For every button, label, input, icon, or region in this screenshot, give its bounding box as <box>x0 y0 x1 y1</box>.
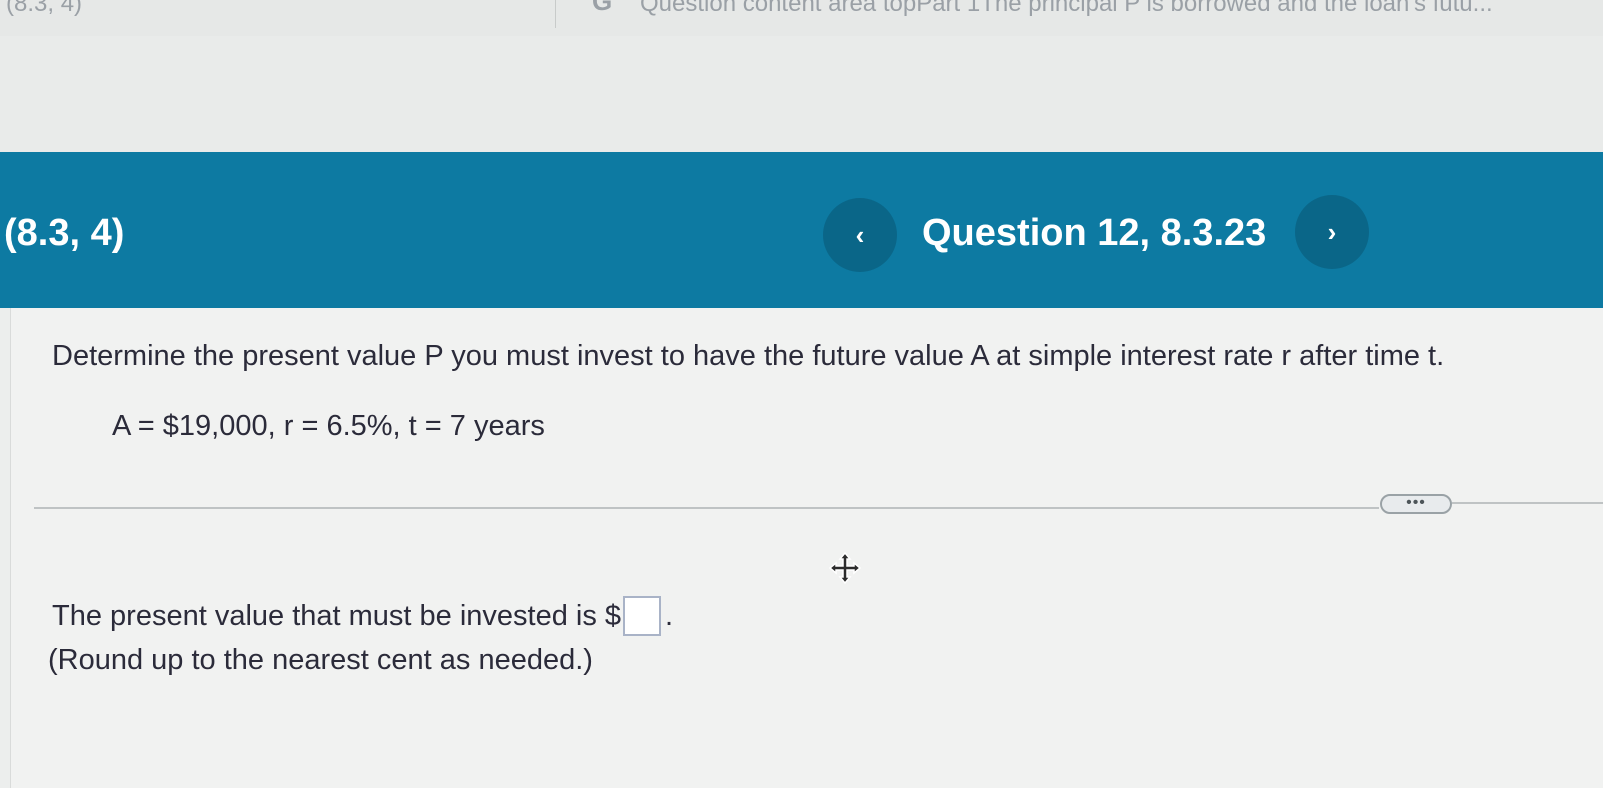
previous-tab-title[interactable]: (8.3, 4) <box>6 0 82 18</box>
active-tab-title[interactable]: Question content area topPart 1The princ… <box>640 0 1600 18</box>
tab-divider <box>555 0 556 28</box>
page-top-band <box>0 36 1603 154</box>
more-options-button[interactable]: ••• <box>1380 494 1452 514</box>
content-divider <box>34 507 1379 509</box>
previous-question-button[interactable]: ‹ <box>823 198 897 272</box>
rounding-hint: (Round up to the nearest cent as needed.… <box>48 644 593 676</box>
present-value-input[interactable] <box>623 596 662 636</box>
google-icon: G <box>592 0 613 16</box>
next-question-button[interactable]: › <box>1295 195 1369 269</box>
given-values: A = $19,000, r = 6.5%, t = 7 years <box>112 410 545 442</box>
move-icon[interactable] <box>828 551 862 585</box>
answer-line: The present value that must be invested … <box>52 596 673 636</box>
section-label: (8.3, 4) <box>4 212 125 254</box>
chevron-left-icon: ‹ <box>855 219 865 250</box>
question-title: Question 12, 8.3.23 <box>922 212 1267 254</box>
chevron-right-icon: › <box>1327 216 1337 247</box>
question-content-panel <box>10 308 1603 788</box>
answer-suffix: . <box>665 599 674 632</box>
browser-tab-bar: (8.3, 4) G Question content area topPart… <box>0 0 1603 37</box>
content-divider-right <box>1452 502 1603 504</box>
answer-prefix: The present value that must be invested … <box>52 599 622 632</box>
question-prompt: Determine the present value P you must i… <box>52 340 1445 372</box>
